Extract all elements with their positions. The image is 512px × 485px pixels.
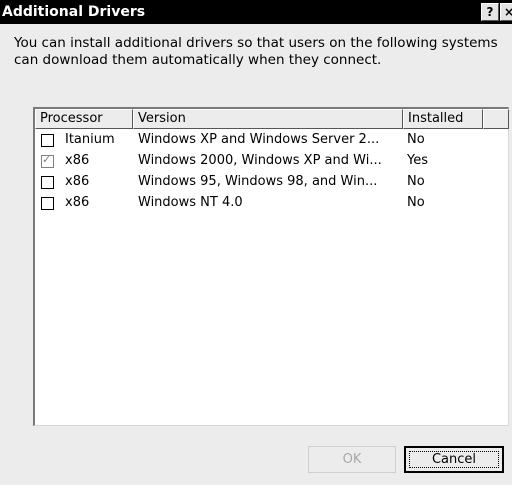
installed-cell: Yes: [407, 153, 428, 168]
column-header-installed[interactable]: Installed: [403, 109, 483, 129]
table-row[interactable]: x86 Windows 95, Windows 98, and Win... N…: [35, 173, 509, 194]
installed-cell: No: [407, 132, 425, 147]
processor-cell: x86: [65, 195, 90, 210]
version-cell: Windows XP and Windows Server 2...: [138, 132, 380, 147]
version-cell: Windows 2000, Windows XP and Wi...: [138, 153, 382, 168]
cancel-button[interactable]: Cancel: [404, 446, 504, 473]
processor-cell: Itanium: [65, 132, 115, 147]
installed-cell: No: [407, 174, 425, 189]
row-checkbox[interactable]: [41, 153, 54, 168]
row-checkbox[interactable]: [41, 134, 54, 147]
table-row[interactable]: x86 Windows NT 4.0 No: [35, 194, 509, 215]
drivers-list[interactable]: Processor Version Installed Itanium Wind…: [33, 107, 509, 426]
table-row[interactable]: Itanium Windows XP and Windows Server 2.…: [35, 131, 509, 152]
version-cell: Windows 95, Windows 98, and Win...: [138, 174, 378, 189]
version-cell: Windows NT 4.0: [138, 195, 243, 210]
focus-rectangle: [409, 451, 499, 468]
processor-cell: x86: [65, 174, 90, 189]
column-header-version[interactable]: Version: [133, 109, 403, 129]
title-bar[interactable]: Additional Drivers ? ×: [0, 0, 512, 24]
installed-cell: No: [407, 195, 425, 210]
help-button[interactable]: ?: [481, 3, 499, 21]
window-title: Additional Drivers: [2, 4, 146, 20]
ok-button[interactable]: OK: [308, 446, 396, 473]
row-checkbox[interactable]: [41, 197, 54, 210]
list-header: Processor Version Installed: [35, 109, 509, 129]
description-text: You can install additional drivers so th…: [14, 35, 498, 68]
row-checkbox[interactable]: [41, 176, 54, 189]
additional-drivers-dialog: Additional Drivers ? × You can install a…: [0, 0, 512, 485]
column-header-processor[interactable]: Processor: [35, 109, 133, 129]
processor-cell: x86: [65, 153, 90, 168]
table-row[interactable]: x86 Windows 2000, Windows XP and Wi... Y…: [35, 152, 509, 173]
close-button[interactable]: ×: [500, 3, 512, 21]
column-header-filler: [483, 109, 509, 129]
